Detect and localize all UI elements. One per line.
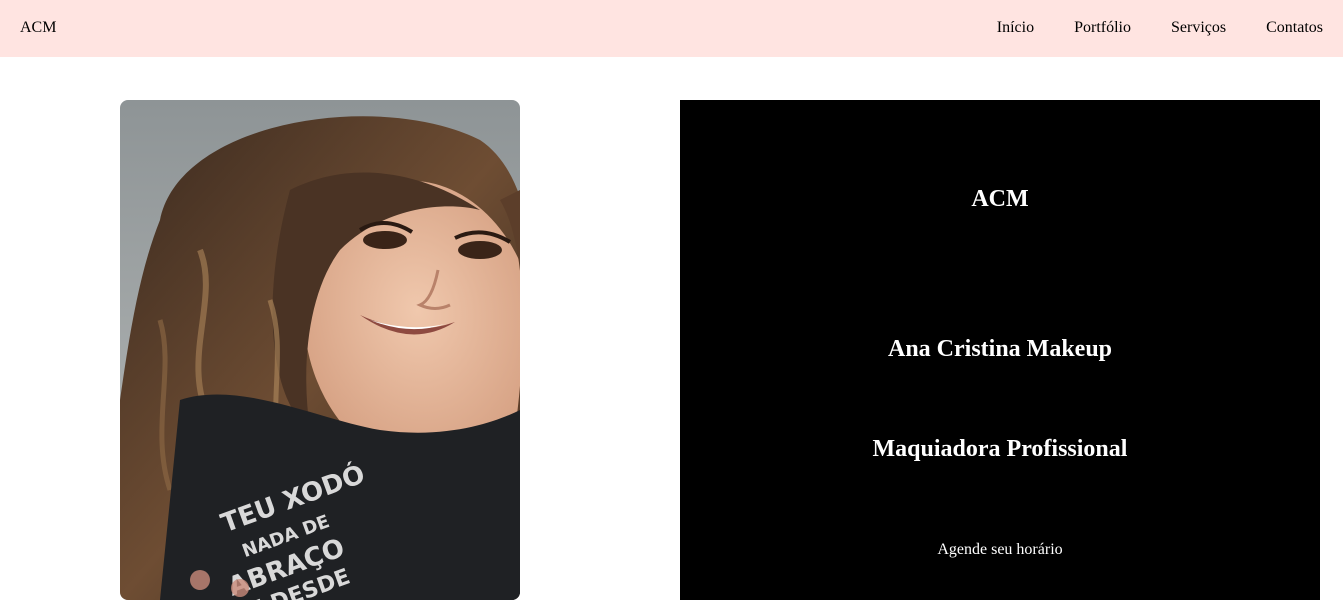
profile-photo: TEU XODÓ NADA DE ABRAÇO QUE DESDE xyxy=(120,100,520,600)
nav-links: Início Portfólio Serviços Contatos xyxy=(997,19,1323,37)
hero-subtitle: Maquiadora Profissional xyxy=(872,436,1128,462)
nav-link-servicos[interactable]: Serviços xyxy=(1171,19,1226,37)
brand-logo[interactable]: ACM xyxy=(20,19,56,37)
portrait-image: TEU XODÓ NADA DE ABRAÇO QUE DESDE xyxy=(120,100,520,600)
hero-title: ACM xyxy=(971,186,1029,212)
nav-link-contatos[interactable]: Contatos xyxy=(1266,19,1323,37)
schedule-link[interactable]: Agende seu horário xyxy=(937,541,1062,558)
nav-link-inicio[interactable]: Início xyxy=(997,19,1034,37)
top-navbar: ACM Início Portfólio Serviços Contatos xyxy=(0,0,1343,57)
schedule-link-wrapper: Agende seu horário xyxy=(680,541,1320,559)
hero-name: Ana Cristina Makeup xyxy=(887,336,1113,362)
nav-link-portfolio[interactable]: Portfólio xyxy=(1074,19,1131,37)
hero-panel: ACM Ana Cristina Makeup Maquiadora Profi… xyxy=(680,100,1320,600)
